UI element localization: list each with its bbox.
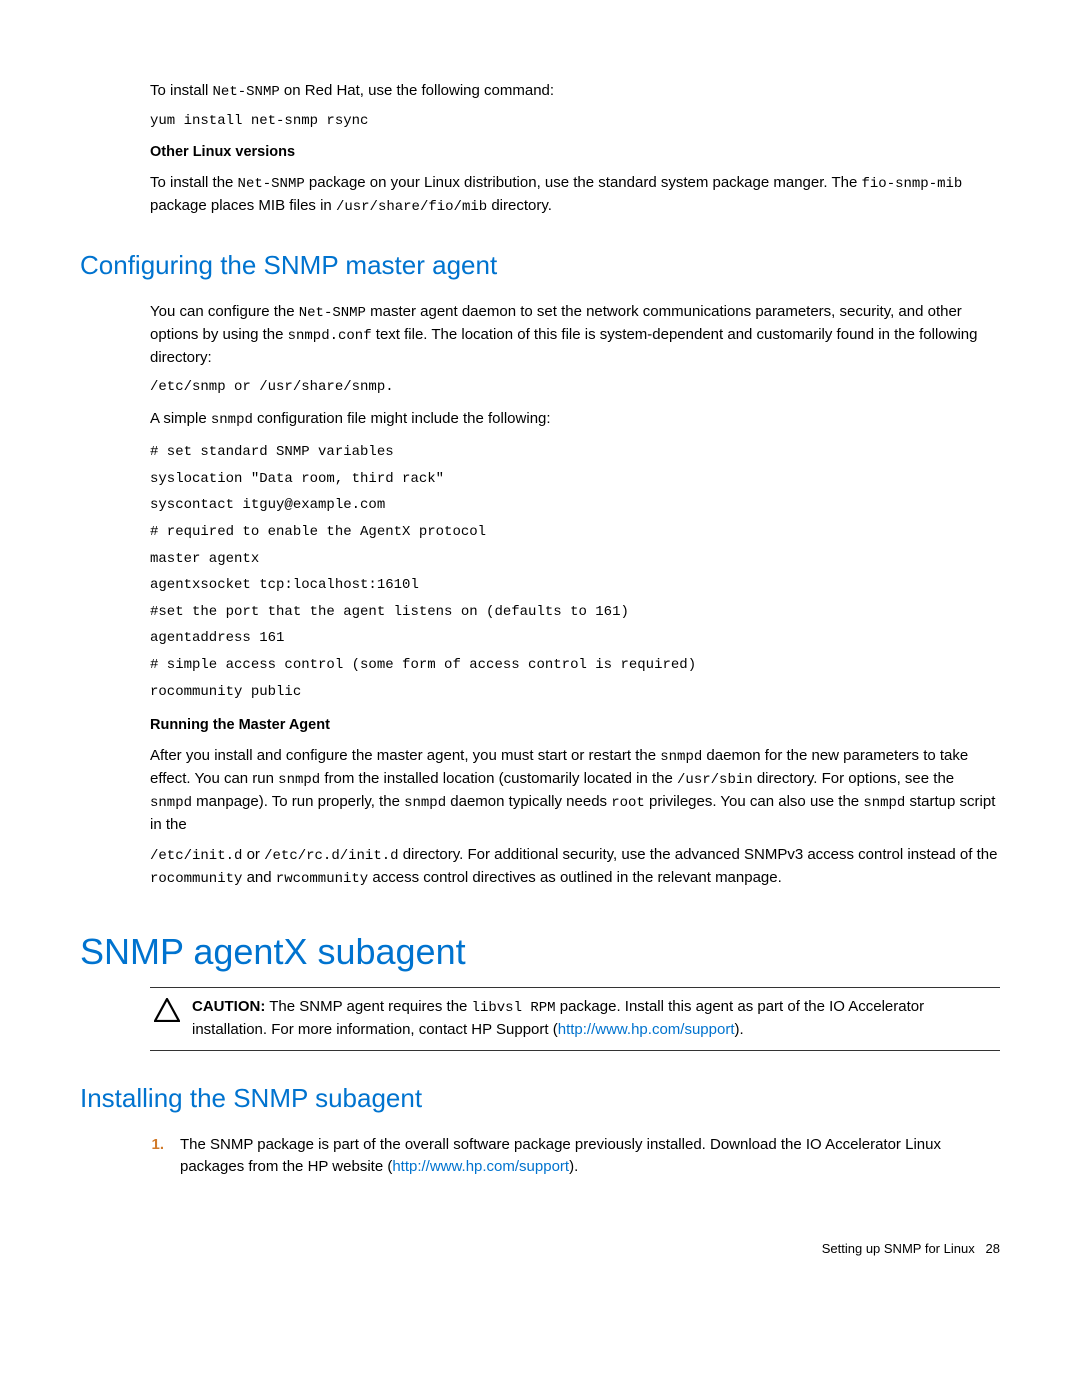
caution-icon — [154, 998, 180, 1030]
list-number: 1. — [150, 1134, 164, 1179]
code-net-snmp: Net-SNMP — [213, 84, 280, 100]
paragraph-intro-1: To install Net-SNMP on Red Hat, use the … — [150, 80, 1000, 103]
paragraph-sec1-1: You can configure the Net-SNMP master ag… — [150, 301, 1000, 370]
paragraph-sec1-2: A simple snmpd configuration file might … — [150, 408, 1000, 431]
subheading-running-master-agent: Running the Master Agent — [150, 715, 1000, 737]
caution-text: CAUTION: The SNMP agent requires the lib… — [192, 996, 996, 1042]
link-hp-support-1[interactable]: http://www.hp.com/support — [558, 1021, 735, 1038]
link-hp-support-2[interactable]: http://www.hp.com/support — [392, 1158, 569, 1175]
page-footer: Setting up SNMP for Linux 28 — [80, 1239, 1000, 1259]
heading-snmp-agentx-subagent: SNMP agentX subagent — [80, 925, 1000, 979]
caution-label: CAUTION: — [192, 998, 265, 1015]
paragraph-sec1-4: /etc/init.d or /etc/rc.d/init.d director… — [150, 844, 1000, 890]
paragraph-sec1-3: After you install and configure the mast… — [150, 745, 1000, 837]
list-item-1: 1. The SNMP package is part of the overa… — [150, 1134, 1000, 1179]
code-path-etc-snmp: /etc/snmp or /usr/share/snmp. — [150, 377, 1000, 398]
code-command-yum: yum install net-snmp rsync — [150, 111, 1000, 132]
caution-box: CAUTION: The SNMP agent requires the lib… — [150, 987, 1000, 1051]
heading-configuring-snmp: Configuring the SNMP master agent — [80, 246, 1000, 285]
list-text: The SNMP package is part of the overall … — [180, 1134, 1000, 1179]
heading-installing-snmp-subagent: Installing the SNMP subagent — [80, 1079, 1000, 1118]
subheading-other-linux: Other Linux versions — [150, 142, 1000, 164]
paragraph-intro-2: To install the Net-SNMP package on your … — [150, 172, 1000, 218]
page-number: 28 — [986, 1241, 1000, 1256]
code-block-snmpd-conf: # set standard SNMP variables syslocatio… — [150, 439, 1000, 705]
